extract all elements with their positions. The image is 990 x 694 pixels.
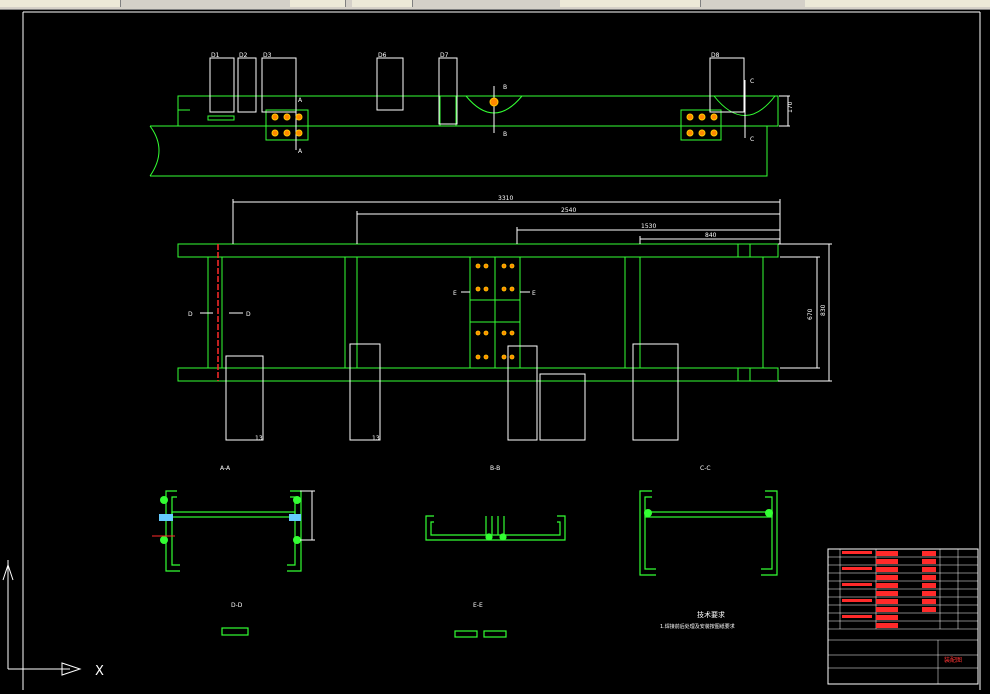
box-number: 13 — [372, 435, 380, 442]
tab-stub[interactable] — [560, 0, 701, 7]
box-number: 13 — [255, 435, 263, 442]
section-marker: A — [298, 148, 303, 155]
section-title-d-d: D-D — [231, 602, 243, 609]
dimension-3310: 3310 — [498, 195, 513, 202]
tab-stub[interactable] — [290, 0, 346, 7]
dimension-1530: 1530 — [641, 223, 656, 230]
dimension-670: 670 — [807, 308, 814, 320]
part-label: D3 — [263, 52, 272, 59]
cad-drawing-canvas[interactable]: D1 D2 D3 D6 D7 D8 A A B B C C 170 3310 2… — [0, 9, 990, 694]
title-block: 装配图 — [827, 548, 979, 685]
part-label: D7 — [440, 52, 449, 59]
tab-stub[interactable] — [0, 0, 121, 7]
section-d-d — [221, 627, 249, 636]
section-b-b — [425, 515, 566, 541]
tab-stub[interactable] — [352, 0, 413, 7]
section-title-a-a: A-A — [220, 465, 231, 472]
section-marker: C — [750, 136, 754, 143]
tech-requirements-title: 技术要求 — [697, 610, 725, 619]
section-a-a — [152, 490, 315, 572]
section-marker: B — [503, 131, 507, 138]
part-label: D1 — [211, 52, 220, 59]
section-e-e — [454, 630, 507, 638]
section-title-b-b: B-B — [490, 465, 500, 472]
tech-requirement-line: 1.焊接前后处理及安装按图纸要求 — [660, 623, 735, 630]
section-marker: B — [503, 84, 507, 91]
dimension-840: 840 — [705, 232, 717, 239]
tab-stub[interactable] — [805, 0, 990, 7]
front-view: 3310 2540 1530 840 670 830 D D E E 13 13 — [177, 195, 832, 442]
dimension-830: 830 — [820, 304, 827, 316]
section-marker: D — [188, 311, 193, 318]
section-title-c-c: C-C — [700, 465, 711, 472]
section-marker: C — [750, 78, 754, 85]
section-title-e-e: E-E — [473, 602, 483, 609]
drawing-frame — [22, 11, 981, 690]
part-label: D2 — [239, 52, 248, 59]
dimension-2540: 2540 — [561, 207, 576, 214]
section-marker: E — [453, 290, 457, 297]
dimension-side: 170 — [787, 101, 794, 113]
part-label: D6 — [378, 52, 387, 59]
section-marker: D — [246, 311, 251, 318]
section-c-c — [639, 490, 778, 576]
title-block-name: 装配图 — [944, 656, 962, 664]
axis-x-label: X — [95, 664, 104, 679]
part-label: D8 — [711, 52, 720, 59]
top-view: D1 D2 D3 D6 D7 D8 A A B B C C 170 — [149, 52, 794, 177]
section-marker: E — [532, 290, 536, 297]
section-marker: A — [298, 97, 303, 104]
ucs-axis-icon — [2, 560, 82, 676]
